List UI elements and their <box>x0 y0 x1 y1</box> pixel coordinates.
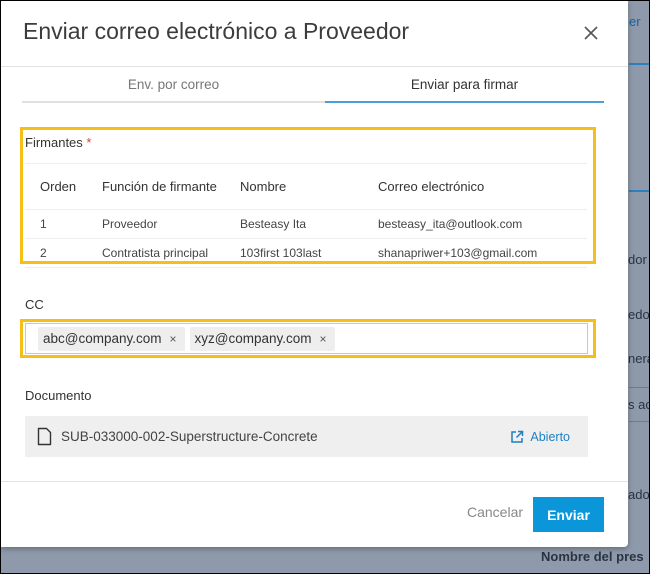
bg-text: Nombre del pres <box>541 549 644 564</box>
close-icon[interactable] <box>581 23 601 43</box>
cc-label: CC <box>25 297 44 312</box>
chip-label: xyz@company.com <box>194 331 312 346</box>
bg-text: ado <box>628 487 649 502</box>
document-name: SUB-033000-002-Superstructure-Concrete <box>61 429 318 444</box>
bg-text: nera <box>628 351 649 366</box>
signers-table: Orden Función de firmante Nombre Correo … <box>25 163 587 268</box>
cell-email: besteasy_ita@outlook.com <box>378 209 587 239</box>
divider <box>1 66 628 67</box>
cc-chip: abc@company.com × <box>38 326 185 351</box>
col-name: Nombre <box>240 163 378 210</box>
cell-order: 1 <box>25 209 102 239</box>
col-email: Correo electrónico <box>378 163 587 210</box>
bg-text: er <box>629 14 641 29</box>
cell-name: Besteasy Ita <box>240 209 378 239</box>
col-role: Función de firmante <box>102 163 240 210</box>
bg-divider <box>629 387 649 388</box>
table-row: 2 Contratista principal 103first 103last… <box>25 238 587 268</box>
file-icon <box>37 427 52 446</box>
bg-text: dor <box>628 252 647 267</box>
cancel-button[interactable]: Cancelar <box>467 504 523 520</box>
app-background: er dor edo nera s ac ado Nombre del pres… <box>1 1 649 573</box>
tab-email[interactable]: Env. por correo <box>22 77 325 103</box>
remove-chip-icon[interactable]: × <box>170 332 177 346</box>
open-label: Abierto <box>530 429 570 444</box>
open-document-link[interactable]: Abierto <box>510 430 570 444</box>
bg-divider <box>629 63 649 65</box>
bg-divider <box>629 421 649 422</box>
cell-order: 2 <box>25 238 102 268</box>
cc-chip: xyz@company.com × <box>189 326 335 351</box>
dialog-title: Enviar correo electrónico a Proveedor <box>23 18 410 44</box>
divider <box>1 481 628 482</box>
bg-text: edo <box>628 307 649 322</box>
bg-text: s ac <box>628 397 649 412</box>
tab-send-for-signature[interactable]: Enviar para firmar <box>325 77 604 103</box>
cell-role: Contratista principal <box>102 238 240 268</box>
external-link-icon <box>511 430 524 443</box>
required-mark: * <box>86 135 92 150</box>
remove-chip-icon[interactable]: × <box>320 332 327 346</box>
send-email-dialog: Enviar correo electrónico a Proveedor En… <box>1 1 628 547</box>
signers-label-text: Firmantes <box>25 135 83 150</box>
document-label: Documento <box>25 388 92 403</box>
cell-name: 103first 103last <box>240 238 378 268</box>
table-row: 1 Proveedor Besteasy Ita besteasy_ita@ou… <box>25 209 587 239</box>
document-row: SUB-033000-002-Superstructure-Concrete A… <box>25 416 588 457</box>
chip-label: abc@company.com <box>43 331 162 346</box>
cc-input[interactable]: abc@company.com × xyz@company.com × <box>25 323 588 354</box>
send-button[interactable]: Enviar <box>533 497 604 532</box>
cell-email: shanapriwer+103@gmail.com <box>378 238 587 268</box>
signers-label: Firmantes * <box>25 135 91 150</box>
bg-divider <box>629 190 649 192</box>
cell-role: Proveedor <box>102 209 240 239</box>
col-order: Orden <box>25 163 102 210</box>
